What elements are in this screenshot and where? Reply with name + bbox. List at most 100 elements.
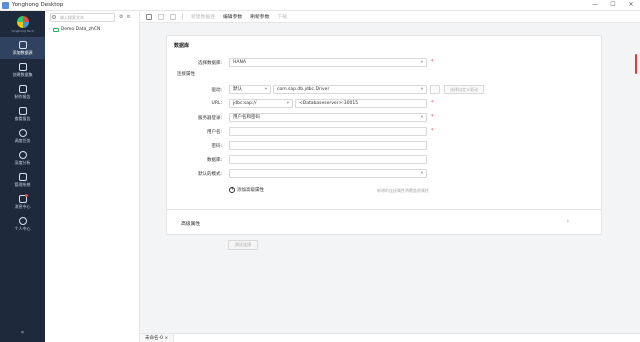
refresh-params-button[interactable]: 刷新参数	[250, 13, 269, 20]
test-connection-button[interactable]: 测试连接	[228, 240, 258, 250]
tree-tools: ⚙ ≡	[119, 14, 131, 20]
delete-icon[interactable]	[170, 13, 176, 20]
main-sidebar: Yonghong Tech 添加数据源 创建数据集 制作报告 查看报告 调度任务…	[0, 11, 45, 342]
download-button[interactable]: 下载	[277, 13, 287, 20]
advanced-title: 高级属性	[181, 222, 201, 227]
chevron-down-icon: ▾	[286, 101, 289, 106]
database-icon	[18, 40, 27, 49]
password-label: 密码:	[211, 143, 222, 149]
custom-driver-button[interactable]: 选择自定义驱动	[444, 85, 484, 94]
edit-params-button[interactable]: 编辑参数	[223, 13, 242, 20]
sidebar-item-label: 消息中心	[14, 203, 31, 209]
sidebar-item-make-report[interactable]: 制作报告	[0, 81, 45, 103]
clock-icon	[18, 128, 27, 137]
datasource-tree-panel: 输入搜索文本 ⚙ ≡ › Demo Data_zhCN	[45, 11, 140, 342]
tab-untitled-0[interactable]: 未命名-0 ×	[140, 333, 175, 342]
tree-menu-icon[interactable]: ≡	[126, 14, 130, 20]
sidebar-item-label: 创建数据集	[12, 71, 33, 77]
driver-mode-value: 默认	[233, 87, 242, 92]
db-type-value: HANA	[233, 60, 246, 65]
report-icon	[18, 84, 27, 93]
property-hint: 新增的连接属性将覆盖原属性	[377, 188, 429, 193]
tree-search-input[interactable]: 输入搜索文本	[50, 13, 115, 22]
new-connection-button[interactable]: 新建数据连	[191, 13, 215, 20]
brand: Yonghong Tech	[0, 11, 45, 37]
scroll-marker	[635, 54, 637, 74]
sidebar-item-schedule[interactable]: 调度任务	[0, 125, 45, 147]
bottom-tab-bar: 未命名-0 ×	[140, 333, 640, 342]
close-button[interactable]: ✕	[625, 1, 637, 8]
tree-item-label: Demo Data_zhCN	[60, 27, 101, 32]
chevron-down-icon: ▾	[264, 87, 267, 92]
required-mark: *	[431, 100, 434, 106]
default-schema-select[interactable]: ▾	[229, 169, 427, 178]
chevron-down-icon: ▾	[420, 171, 423, 176]
analysis-icon	[18, 150, 27, 159]
collapse-sidebar-button[interactable]: «	[0, 329, 45, 336]
url-input[interactable]: <Databaseserver>:30015	[295, 99, 427, 108]
tree-item-demo-data[interactable]: › Demo Data_zhCN	[49, 27, 100, 32]
required-mark: *	[431, 59, 434, 65]
login-value: 用户名和密码	[233, 115, 260, 120]
driver-class-value: com.sap.db.jdbc.Driver	[277, 87, 330, 92]
driver-label: 驱动:	[211, 87, 222, 93]
add-property-label: 添加高级属性	[237, 188, 264, 193]
maximize-button[interactable]: ☐	[607, 1, 619, 8]
sidebar-item-label: 调度任务	[14, 137, 31, 143]
database-icon	[52, 27, 59, 32]
sidebar-item-create-dataset[interactable]: 创建数据集	[0, 59, 45, 81]
sidebar-item-analysis[interactable]: 深度分析	[0, 147, 45, 169]
brand-subtitle: Yonghong Tech	[11, 28, 34, 33]
main-content: 数据库 选择数据库: HANA ▾ * 连接属性 驱动: 默认 ▾ com.sa…	[140, 23, 640, 333]
toolbar-divider	[182, 13, 183, 20]
schema-label: 默认的模式:	[197, 171, 222, 177]
url-prefix-value: jdbc:sap://	[233, 101, 257, 106]
database-card: 数据库 选择数据库: HANA ▾ * 连接属性 驱动: 默认 ▾ com.sa…	[166, 35, 602, 220]
dataset-icon	[18, 62, 27, 71]
database-input[interactable]	[229, 155, 427, 164]
url-label: URL:	[211, 101, 222, 106]
app-logo-icon	[2, 1, 9, 9]
brand-logo-icon	[16, 15, 29, 28]
password-input[interactable]	[229, 141, 427, 150]
card-title: 数据库	[174, 43, 190, 49]
sidebar-item-messages[interactable]: 消息中心	[0, 191, 45, 213]
copy-icon[interactable]	[158, 13, 164, 20]
chevron-down-icon: ▾	[420, 60, 423, 65]
chevron-right-icon[interactable]: ›	[567, 218, 569, 225]
sidebar-item-admin[interactable]: 管理系统	[0, 169, 45, 191]
add-circle-icon	[229, 186, 235, 193]
close-icon[interactable]: ×	[164, 336, 168, 341]
url-prefix-select[interactable]: jdbc:sap:// ▾	[229, 99, 293, 108]
save-icon[interactable]	[146, 13, 152, 20]
required-mark: *	[431, 114, 434, 120]
sidebar-item-view-report[interactable]: 查看报告	[0, 103, 45, 125]
sidebar-item-add-datasource[interactable]: 添加数据源	[0, 37, 45, 59]
tree-settings-icon[interactable]: ⚙	[119, 14, 123, 20]
title-bar: Yonghong Desktop — ☐ ✕	[0, 0, 640, 11]
database-label: 数据库:	[206, 157, 222, 163]
chevron-down-icon: ▾	[420, 115, 423, 120]
chevron-right-icon[interactable]: ›	[49, 27, 51, 32]
driver-clear-button[interactable]	[430, 85, 440, 94]
minimize-button[interactable]: —	[589, 1, 601, 8]
bell-icon	[18, 193, 28, 203]
sidebar-item-label: 添加数据源	[12, 49, 33, 55]
username-input[interactable]	[229, 127, 427, 136]
chevron-down-icon: ▾	[420, 87, 423, 92]
window-controls: — ☐ ✕	[589, 1, 637, 8]
window-title: Yonghong Desktop	[12, 2, 64, 8]
add-property-button[interactable]: 添加高级属性	[229, 186, 264, 193]
shield-icon	[18, 172, 27, 181]
login-select[interactable]: 用户名和密码 ▾	[229, 113, 427, 122]
login-label: 服务器登录:	[197, 115, 222, 121]
sidebar-item-profile[interactable]: 个人中心	[0, 213, 45, 235]
user-label: 用户名:	[206, 129, 222, 135]
driver-class-select[interactable]: com.sap.db.jdbc.Driver ▾	[273, 85, 427, 94]
tab-label: 未命名-0	[145, 335, 163, 341]
required-mark: *	[431, 128, 434, 134]
db-type-select[interactable]: HANA ▾	[229, 58, 427, 67]
advanced-card[interactable]: 高级属性 ›	[166, 209, 602, 235]
db-type-label: 选择数据库:	[197, 60, 222, 66]
driver-mode-select[interactable]: 默认 ▾	[229, 85, 271, 94]
